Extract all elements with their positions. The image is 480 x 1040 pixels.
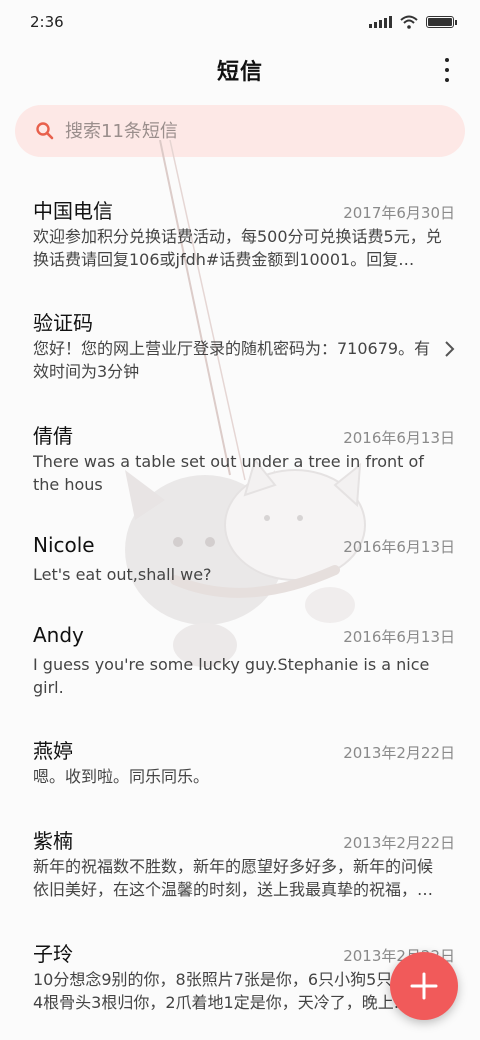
search-bar[interactable] [15,105,465,157]
thread-sender: Nicole [33,533,95,557]
thread-sender: 倩倩 [33,424,73,448]
battery-icon [426,16,457,28]
chevron-right-icon[interactable] [444,340,456,358]
thread-item[interactable]: 倩倩 2016年6月13日 There was a table set out … [0,420,480,496]
status-icons [369,15,457,29]
thread-date: 2016年6月13日 [343,628,455,646]
thread-date: 2017年6月30日 [343,204,455,222]
thread-item[interactable]: Andy 2016年6月13日 I guess you're some luck… [0,623,480,699]
more-options-button[interactable] [442,58,452,82]
thread-item[interactable]: 验证码 您好！您的网上营业厅登录的随机密码为：710679。有效时间为3分钟 [0,307,480,383]
thread-preview: Let's eat out,shall we? [33,565,212,584]
app-bar: 短信 [0,48,480,92]
more-vertical-icon [445,58,449,62]
thread-sender: 中国电信 [33,199,113,223]
thread-sender: 子玲 [33,942,73,966]
thread-preview: 您好！您的网上营业厅登录的随机密码为：710679。有效时间为3分钟 [33,339,431,381]
plus-icon [410,972,438,1000]
thread-preview: There was a table set out under a tree i… [33,452,424,494]
thread-item[interactable]: Nicole 2016年6月13日 Let's eat out,shall we… [0,533,480,609]
wifi-icon [400,15,418,29]
search-input[interactable] [65,120,425,142]
thread-preview: 欢迎参加积分兑换话费活动，每500分可兑换话费5元，兑换话费请回复106或jfd… [33,227,442,269]
thread-sender: 燕婷 [33,739,73,763]
status-time: 2:36 [30,13,64,31]
thread-item[interactable]: 中国电信 2017年6月30日 欢迎参加积分兑换话费活动，每500分可兑换话费5… [0,195,480,271]
thread-date: 2013年2月22日 [343,834,455,852]
search-icon [36,122,54,140]
new-message-button[interactable] [390,952,458,1020]
thread-preview: 10分想念9别的你，8张照片7张是你，6只小狗5只像你，4根骨头3根归你，2爪着… [33,970,441,1012]
thread-preview: 新年的祝福数不胜数，新年的愿望好多好多，新年的问候依旧美好，在这个温馨的时刻，送… [33,857,434,899]
thread-preview: 嗯。收到啦。同乐同乐。 [33,767,210,786]
thread-sender: Andy [33,623,84,647]
status-bar: 2:36 [0,0,480,44]
thread-sender: 验证码 [33,311,93,335]
thread-sender: 紫楠 [33,829,73,853]
thread-item[interactable]: 燕婷 2013年2月22日 嗯。收到啦。同乐同乐。 [0,735,480,811]
thread-preview: I guess you're some lucky guy.Stephanie … [33,655,430,697]
thread-date: 2013年2月22日 [343,744,455,762]
thread-date: 2016年6月13日 [343,429,455,447]
page-title: 短信 [216,60,263,85]
thread-item[interactable]: 紫楠 2013年2月22日 新年的祝福数不胜数，新年的愿望好多好多，新年的问候依… [0,825,480,901]
signal-icon [369,16,392,28]
thread-date: 2016年6月13日 [343,538,455,556]
